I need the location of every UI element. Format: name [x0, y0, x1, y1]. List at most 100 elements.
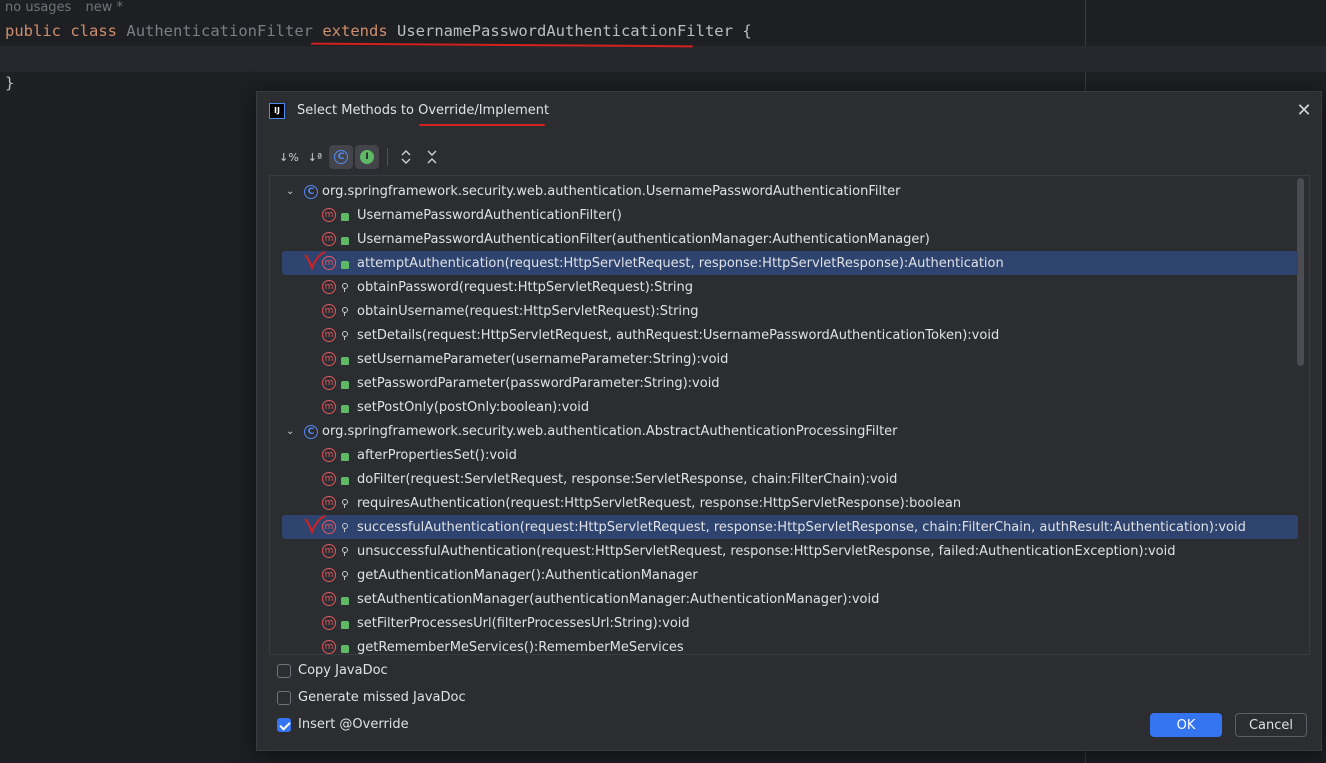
- class-declaration-line[interactable]: public class AuthenticationFilter extend…: [5, 22, 752, 40]
- method-icon: m: [322, 328, 336, 342]
- method-icon: m: [322, 448, 336, 462]
- method-icon: m: [322, 568, 336, 582]
- copy-javadoc-checkbox[interactable]: [277, 663, 291, 678]
- method-signature: getRememberMeServices():RememberMeServic…: [357, 639, 684, 655]
- title-prefix: Select Methods to: [297, 103, 419, 118]
- tree-group-row[interactable]: ⌄ Corg.springframework.security.web.authe…: [270, 179, 1298, 203]
- method-row[interactable]: m setPostOnly(postOnly:boolean):void: [270, 395, 1298, 419]
- method-icon: m: [322, 376, 336, 390]
- copy-javadoc-label: Copy JavaDoc: [298, 663, 388, 678]
- method-row[interactable]: m getAuthenticationManager():Authenticati…: [270, 563, 1298, 587]
- show-classes-icon[interactable]: C: [329, 145, 353, 169]
- method-signature: setDetails(request:HttpServletRequest, a…: [357, 327, 1000, 343]
- keyword-public: public: [5, 22, 61, 40]
- sort-by-visibility-icon[interactable]: ↓%: [277, 145, 301, 169]
- method-icon: m: [322, 472, 336, 486]
- method-signature: unsuccessfulAuthentication(request:HttpS…: [357, 543, 1176, 559]
- toolbar-separator: [387, 148, 388, 166]
- method-row[interactable]: m setDetails(request:HttpServletRequest, …: [270, 323, 1298, 347]
- override-methods-dialog: IJ Select Methods to Override/Implement …: [256, 91, 1322, 751]
- method-signature: doFilter(request:ServletRequest, respons…: [357, 471, 898, 487]
- method-signature: setUsernameParameter(usernameParameter:S…: [357, 351, 729, 367]
- method-row[interactable]: m requiresAuthentication(request:HttpServ…: [270, 491, 1298, 515]
- protected-access-icon: [341, 571, 349, 580]
- method-row[interactable]: m unsuccessfulAuthentication(request:Http…: [270, 539, 1298, 563]
- method-icon: m: [322, 400, 336, 414]
- method-row[interactable]: m setUsernameParameter(usernameParameter:…: [270, 347, 1298, 371]
- method-row[interactable]: m UsernamePasswordAuthenticationFilter(): [270, 203, 1298, 227]
- new-hint: new *: [85, 0, 123, 15]
- protected-access-icon: [341, 307, 349, 316]
- method-signature: UsernamePasswordAuthenticationFilter(aut…: [357, 231, 930, 247]
- interface-badge: I: [360, 150, 374, 164]
- method-row[interactable]: m obtainPassword(request:HttpServletReque…: [270, 275, 1298, 299]
- generate-missed-javadoc-label: Generate missed JavaDoc: [298, 690, 466, 705]
- expand-all-icon[interactable]: [394, 145, 418, 169]
- method-signature: setAuthenticationManager(authenticationM…: [357, 591, 880, 607]
- method-icon: m: [322, 304, 336, 318]
- sort-alphabetically-icon[interactable]: ↓ª: [303, 145, 327, 169]
- chevron-down-icon[interactable]: ⌄: [286, 426, 294, 437]
- protected-access-icon: [341, 331, 349, 340]
- dialog-header[interactable]: IJ Select Methods to Override/Implement …: [257, 92, 1321, 130]
- public-access-icon: [341, 237, 349, 245]
- collapse-all-icon[interactable]: [420, 145, 444, 169]
- close-icon[interactable]: ✕: [1293, 100, 1315, 122]
- method-icon: m: [322, 544, 336, 558]
- caret-line-highlight: [0, 46, 1326, 72]
- method-icon: m: [322, 520, 336, 534]
- protected-access-icon: [341, 523, 349, 532]
- public-access-icon: [341, 261, 349, 269]
- method-row[interactable]: m UsernamePasswordAuthenticationFilter(au…: [270, 227, 1298, 251]
- insert-override-label: Insert @Override: [298, 717, 409, 732]
- class-name: AuthenticationFilter: [126, 22, 313, 40]
- insert-override-option[interactable]: Insert @Override: [277, 717, 409, 732]
- public-access-icon: [341, 453, 349, 461]
- copy-javadoc-option[interactable]: Copy JavaDoc: [277, 663, 388, 678]
- method-row[interactable]: m setFilterProcessesUrl(filterProcessesUr…: [270, 611, 1298, 635]
- method-row[interactable]: m attemptAuthentication(request:HttpServl…: [282, 251, 1298, 275]
- public-access-icon: [341, 213, 349, 221]
- public-access-icon: [341, 357, 349, 365]
- title-highlight: Override/Implement: [418, 103, 550, 118]
- insert-override-checkbox[interactable]: [277, 717, 291, 732]
- public-access-icon: [341, 477, 349, 485]
- dialog-toolbar: ↓% ↓ª C I: [277, 145, 446, 169]
- method-icon: m: [322, 208, 336, 222]
- method-icon: m: [322, 592, 336, 606]
- method-row[interactable]: m afterPropertiesSet():void: [270, 443, 1298, 467]
- group-label: org.springframework.security.web.authent…: [322, 183, 901, 199]
- show-interfaces-icon[interactable]: I: [355, 145, 379, 169]
- method-row[interactable]: m successfulAuthentication(request:HttpSe…: [282, 515, 1298, 539]
- method-row[interactable]: m obtainUsername(request:HttpServletReque…: [270, 299, 1298, 323]
- ok-button[interactable]: OK: [1150, 713, 1222, 737]
- method-row[interactable]: m getRememberMeServices():RememberMeServi…: [270, 635, 1298, 655]
- method-signature: attemptAuthentication(request:HttpServle…: [357, 255, 1004, 271]
- code-vision-hints: no usages new *: [5, 0, 133, 15]
- open-brace: {: [742, 22, 752, 40]
- method-signature: obtainUsername(request:HttpServletReques…: [357, 303, 699, 319]
- super-class-name[interactable]: UsernamePasswordAuthenticationFilter: [397, 22, 733, 40]
- tree-scrollbar[interactable]: [1297, 178, 1304, 366]
- usages-hint[interactable]: no usages: [5, 0, 71, 15]
- annotation-underline-title: [419, 124, 545, 126]
- protected-access-icon: [341, 547, 349, 556]
- method-row[interactable]: m setAuthenticationManager(authentication…: [270, 587, 1298, 611]
- generate-missed-javadoc-option[interactable]: Generate missed JavaDoc: [277, 690, 466, 705]
- method-signature: setFilterProcessesUrl(filterProcessesUrl…: [357, 615, 690, 631]
- group-label: org.springframework.security.web.authent…: [322, 423, 898, 439]
- method-signature: UsernamePasswordAuthenticationFilter(): [357, 207, 622, 223]
- generate-missed-javadoc-checkbox[interactable]: [277, 690, 291, 705]
- close-brace-line[interactable]: }: [5, 74, 14, 92]
- intellij-app-icon: IJ: [269, 103, 285, 119]
- protected-access-icon: [341, 499, 349, 508]
- public-access-icon: [341, 381, 349, 389]
- method-icon: m: [322, 616, 336, 630]
- keyword-extends: extends: [322, 22, 388, 40]
- tree-group-row[interactable]: ⌄ Corg.springframework.security.web.authe…: [270, 419, 1298, 443]
- chevron-down-icon[interactable]: ⌄: [286, 186, 294, 197]
- method-row[interactable]: m doFilter(request:ServletRequest, respon…: [270, 467, 1298, 491]
- methods-tree[interactable]: ⌄ Corg.springframework.security.web.authe…: [269, 175, 1310, 655]
- cancel-button[interactable]: Cancel: [1235, 713, 1307, 737]
- method-row[interactable]: m setPasswordParameter(passwordParameter:…: [270, 371, 1298, 395]
